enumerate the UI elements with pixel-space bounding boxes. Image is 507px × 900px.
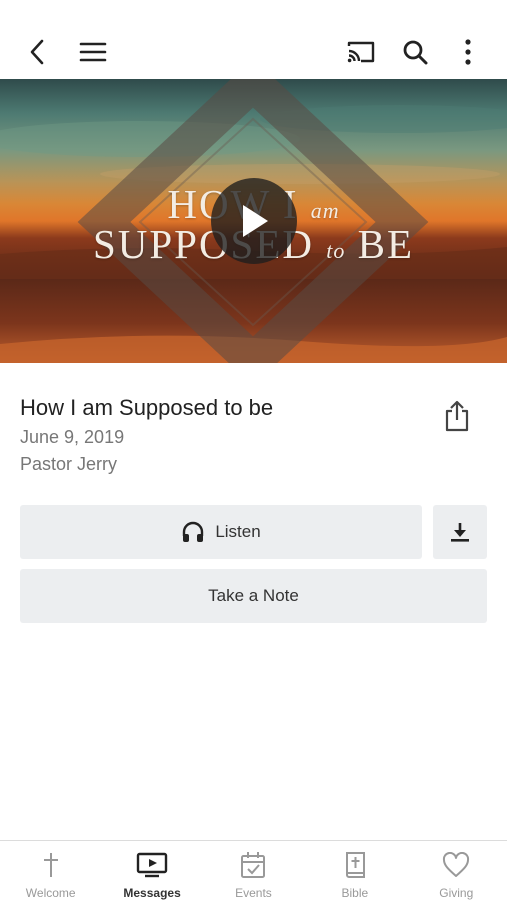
tab-events[interactable]: Events bbox=[203, 841, 304, 900]
message-title: How I am Supposed to be bbox=[20, 395, 274, 420]
message-date: June 9, 2019 bbox=[20, 427, 125, 447]
calendar-check-icon bbox=[241, 852, 266, 878]
cross-icon bbox=[43, 853, 58, 877]
tab-label: Events bbox=[235, 886, 272, 900]
take-a-note-button[interactable]: Take a Note bbox=[20, 569, 487, 623]
hamburger-menu-icon[interactable] bbox=[77, 36, 109, 68]
tab-messages[interactable]: Messages bbox=[101, 841, 202, 900]
message-speaker: Pastor Jerry bbox=[20, 454, 118, 474]
vertical-dots-icon[interactable] bbox=[452, 36, 484, 68]
play-button[interactable] bbox=[211, 178, 297, 264]
message-info: How I am Supposed to be June 9, 2019 Pas… bbox=[20, 392, 440, 478]
listen-label: Listen bbox=[215, 522, 261, 541]
listen-button[interactable]: Listen bbox=[20, 505, 422, 559]
tab-label: Giving bbox=[439, 886, 474, 900]
headphones-icon bbox=[183, 521, 204, 542]
search-icon[interactable] bbox=[399, 36, 431, 68]
take-a-note-label: Take a Note bbox=[208, 586, 299, 605]
top-navigation-bar bbox=[0, 0, 507, 79]
video-play-icon bbox=[136, 852, 168, 878]
download-button[interactable] bbox=[433, 505, 487, 559]
cast-icon[interactable] bbox=[345, 36, 377, 68]
back-icon[interactable] bbox=[22, 36, 54, 68]
tab-welcome[interactable]: Welcome bbox=[0, 841, 101, 900]
download-icon bbox=[451, 523, 469, 542]
message-video-thumbnail[interactable]: HOW I am SUPPOSED to BE bbox=[0, 79, 507, 363]
heart-icon bbox=[443, 852, 470, 877]
tab-label: Bible bbox=[341, 886, 369, 900]
bible-icon bbox=[345, 852, 365, 878]
bottom-tab-bar: Welcome Messages Events Bible Giving bbox=[0, 840, 507, 900]
tab-label: Welcome bbox=[25, 886, 76, 900]
tab-bible[interactable]: Bible bbox=[304, 841, 405, 900]
play-icon bbox=[243, 205, 268, 237]
share-icon[interactable] bbox=[438, 397, 476, 435]
tab-label: Messages bbox=[123, 886, 181, 900]
tab-giving[interactable]: Giving bbox=[406, 841, 507, 900]
